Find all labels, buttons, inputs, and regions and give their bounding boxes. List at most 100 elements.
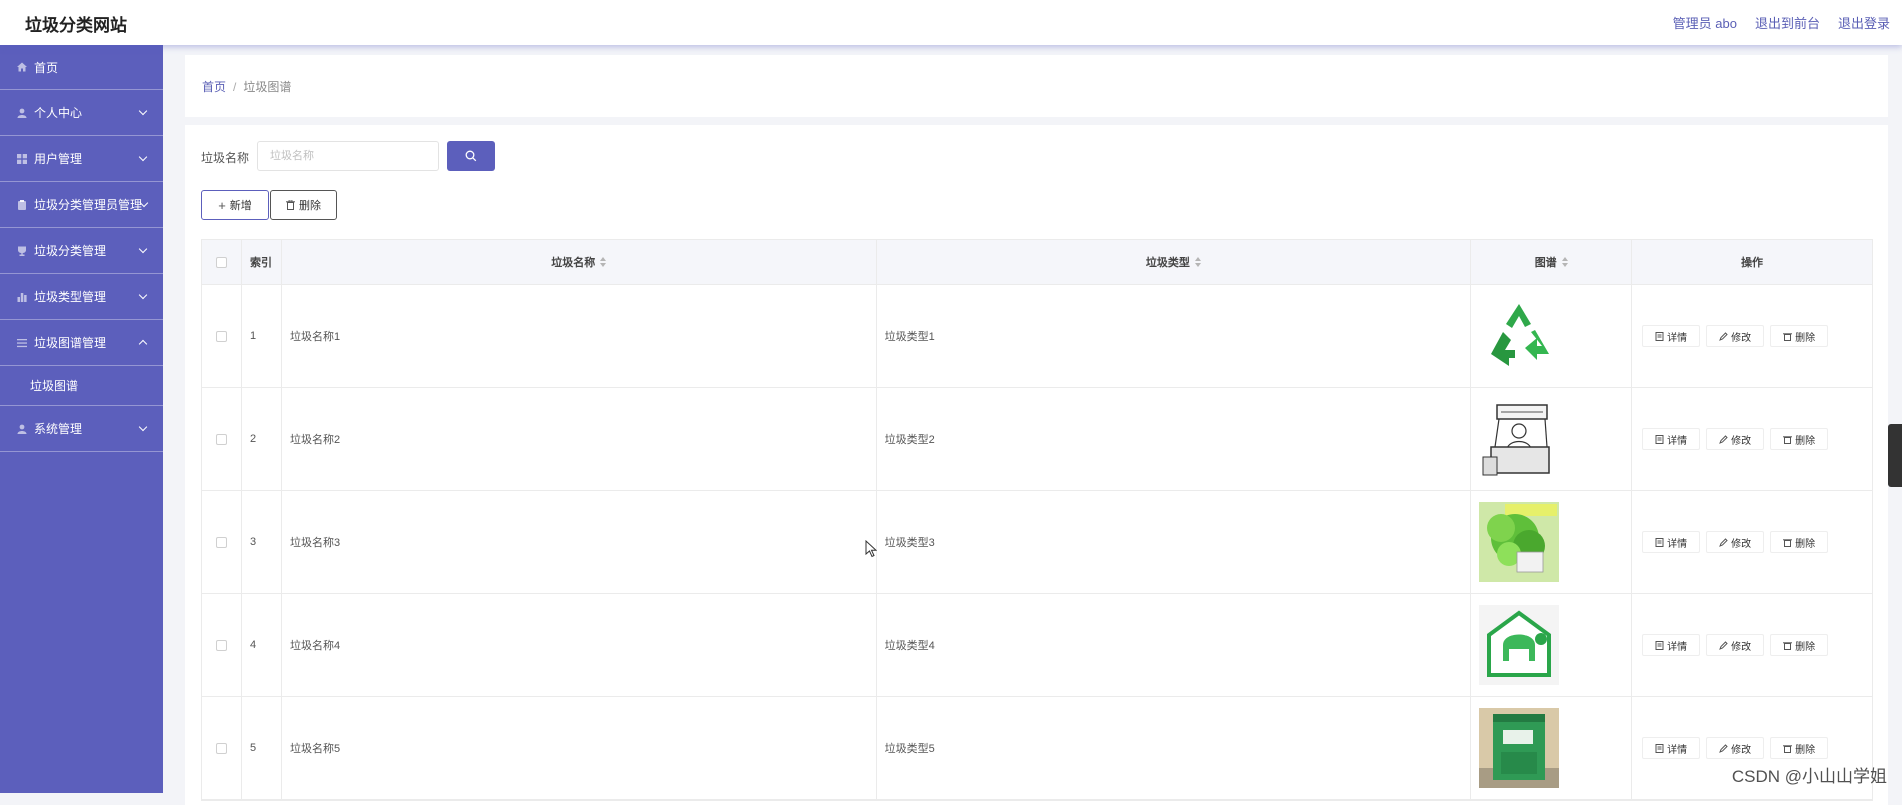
delete-button[interactable]: 删除 xyxy=(1770,428,1829,450)
cell-index: 1 xyxy=(242,285,282,387)
table-header: 索引 垃圾名称 垃圾类型 图谱 操作 xyxy=(202,240,1872,285)
site-title: 垃圾分类网站 xyxy=(25,16,127,35)
detail-button[interactable]: 详情 xyxy=(1642,737,1701,759)
trash-icon xyxy=(1783,641,1793,650)
delete-label: 删除 xyxy=(1795,538,1816,550)
row-checkbox-cell xyxy=(202,388,242,490)
trash-icon xyxy=(1783,332,1793,341)
header-name[interactable]: 垃圾名称 xyxy=(282,240,877,284)
header-image-label: 图谱 xyxy=(1534,257,1557,269)
add-button[interactable]: + 新增 xyxy=(201,190,269,220)
chevron-down-icon xyxy=(138,422,148,432)
table-row: 2 垃圾名称2 垃圾类型2 详情 修改 删除 xyxy=(202,388,1872,491)
sidebar-item-user-management[interactable]: 用户管理 xyxy=(0,136,163,182)
search-input[interactable] xyxy=(257,141,439,171)
edit-button[interactable]: 修改 xyxy=(1706,531,1765,553)
delete-button[interactable]: 删除 xyxy=(1770,325,1829,347)
edit-button[interactable]: 修改 xyxy=(1706,325,1765,347)
batch-delete-button[interactable]: 删除 xyxy=(270,190,337,220)
edit-icon xyxy=(1719,434,1728,444)
breadcrumb-separator: / xyxy=(233,80,237,94)
user-icon xyxy=(17,424,27,434)
recycle-symbol-image[interactable] xyxy=(1479,296,1560,376)
trophy-icon xyxy=(18,246,26,256)
delete-label: 删除 xyxy=(1795,332,1816,344)
clipboard-icon xyxy=(18,199,26,210)
select-all-checkbox[interactable] xyxy=(215,256,227,268)
detail-button[interactable]: 详情 xyxy=(1642,634,1701,656)
delete-button[interactable]: 删除 xyxy=(1770,531,1829,553)
bar-chart-icon xyxy=(17,292,27,302)
detail-button[interactable]: 详情 xyxy=(1642,325,1701,347)
detail-label: 详情 xyxy=(1667,332,1688,344)
sidebar-item-atlas-management[interactable]: 垃圾图谱管理 xyxy=(0,320,163,366)
delete-button[interactable]: 删除 xyxy=(1770,737,1829,759)
sketch-kiosk-image[interactable] xyxy=(1479,399,1560,479)
breadcrumb-home[interactable]: 首页 xyxy=(202,80,226,94)
row-checkbox[interactable] xyxy=(215,639,227,651)
sidebar-item-system-management[interactable]: 系统管理 xyxy=(0,406,163,452)
sort-icon[interactable] xyxy=(1194,257,1201,267)
detail-button[interactable]: 详情 xyxy=(1642,428,1701,450)
row-checkbox-cell xyxy=(202,285,242,387)
green-bin-image[interactable] xyxy=(1479,708,1560,788)
edit-icon xyxy=(1719,743,1728,753)
list-icon xyxy=(17,338,27,347)
document-icon xyxy=(1655,434,1664,444)
delete-button[interactable]: 删除 xyxy=(1770,634,1829,656)
edit-icon xyxy=(1719,331,1728,341)
edit-button[interactable]: 修改 xyxy=(1706,737,1765,759)
sidebar-item-personal-center[interactable]: 个人中心 xyxy=(0,90,163,136)
header-index: 索引 xyxy=(242,240,282,284)
row-checkbox[interactable] xyxy=(215,330,227,342)
edit-label: 修改 xyxy=(1731,641,1752,653)
sidebar-item-label: 垃圾分类管理员管理 xyxy=(34,198,143,212)
sidebar-item-label: 系统管理 xyxy=(34,422,83,436)
cell-name: 垃圾名称2 xyxy=(282,388,877,490)
sidebar-item-label: 垃圾图谱管理 xyxy=(34,336,107,350)
sidebar-item-label: 个人中心 xyxy=(34,106,83,120)
cell-type: 垃圾类型5 xyxy=(877,697,1472,799)
cell-type: 垃圾类型4 xyxy=(877,594,1472,696)
cell-image xyxy=(1471,491,1633,593)
detail-button[interactable]: 详情 xyxy=(1642,531,1701,553)
header-type[interactable]: 垃圾类型 xyxy=(877,240,1472,284)
detail-label: 详情 xyxy=(1667,744,1688,756)
side-drawer-handle[interactable] xyxy=(1888,424,1902,487)
cell-image xyxy=(1471,285,1633,387)
sort-icon[interactable] xyxy=(1561,257,1568,267)
cell-index: 3 xyxy=(242,491,282,593)
edit-icon xyxy=(1719,537,1728,547)
chevron-down-icon xyxy=(138,244,148,254)
sidebar-item-label: 用户管理 xyxy=(34,152,83,166)
row-checkbox[interactable] xyxy=(215,742,227,754)
search-button[interactable] xyxy=(447,141,495,171)
trash-icon xyxy=(1783,538,1793,547)
sidebar-item-classification-management[interactable]: 垃圾分类管理 xyxy=(0,228,163,274)
chevron-down-icon xyxy=(138,290,148,300)
edit-button[interactable]: 修改 xyxy=(1706,428,1765,450)
chevron-up-icon xyxy=(138,339,148,349)
green-leaves-poster-image[interactable] xyxy=(1479,502,1560,582)
cell-type: 垃圾类型3 xyxy=(877,491,1472,593)
sidebar-subitem-atlas[interactable]: 垃圾图谱 xyxy=(0,366,163,406)
sort-icon[interactable] xyxy=(600,257,607,267)
sidebar-item-type-management[interactable]: 垃圾类型管理 xyxy=(0,274,163,320)
data-table: 索引 垃圾名称 垃圾类型 图谱 操作 1 垃圾名称1 垃圾类型1 详情 修改 删… xyxy=(201,239,1873,801)
edit-button[interactable]: 修改 xyxy=(1706,634,1765,656)
row-checkbox-cell xyxy=(202,697,242,799)
delete-label: 删除 xyxy=(1795,744,1816,756)
breadcrumb: 首页 / 垃圾图谱 xyxy=(202,78,291,95)
sidebar-item-admin-management[interactable]: 垃圾分类管理员管理 xyxy=(0,182,163,228)
plus-icon: + xyxy=(218,197,226,213)
row-checkbox[interactable] xyxy=(215,433,227,445)
back-to-front-link[interactable]: 退出到前台 xyxy=(1755,13,1820,32)
header-checkbox-cell xyxy=(202,240,242,284)
green-recycle-house-image[interactable] xyxy=(1479,605,1560,685)
row-checkbox[interactable] xyxy=(215,536,227,548)
breadcrumb-current: 垃圾图谱 xyxy=(243,80,292,94)
header-image[interactable]: 图谱 xyxy=(1471,240,1633,284)
logout-link[interactable]: 退出登录 xyxy=(1838,13,1890,32)
header-ops: 操作 xyxy=(1741,257,1764,269)
sidebar-item-home[interactable]: 首页 xyxy=(0,45,163,90)
